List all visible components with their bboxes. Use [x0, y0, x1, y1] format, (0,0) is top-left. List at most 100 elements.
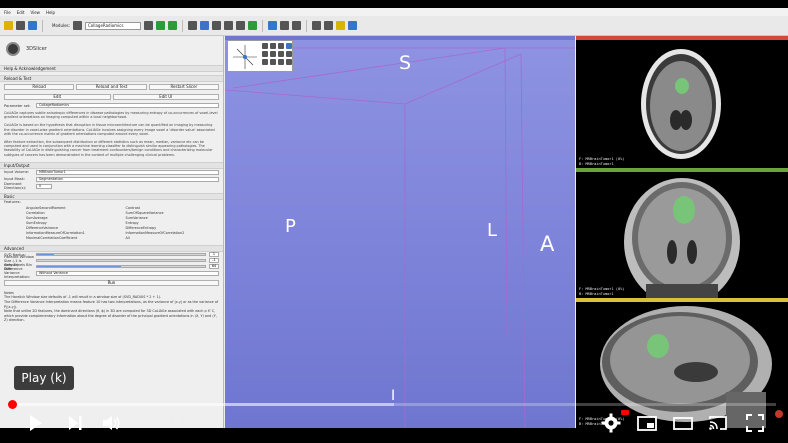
reload-button[interactable]: Reload — [4, 84, 75, 90]
hd-badge — [621, 410, 629, 415]
layout-icon[interactable] — [267, 21, 277, 30]
difference-variance-label: Difference Variance Interpretation: — [4, 267, 31, 280]
segment-editor-icon[interactable] — [247, 21, 257, 30]
more-icon[interactable] — [286, 59, 292, 65]
fullscreen-icon[interactable] — [744, 412, 766, 434]
menu-view[interactable]: View — [30, 10, 40, 15]
progress-bar[interactable] — [8, 400, 776, 409]
orientation-anterior: A — [540, 232, 555, 256]
module-selector[interactable]: CollageRadiomics — [84, 21, 141, 30]
theater-mode-icon[interactable] — [672, 412, 694, 434]
edit-button[interactable]: Edit — [4, 94, 111, 100]
maximize-icon[interactable] — [286, 43, 292, 49]
ortho-icon[interactable] — [278, 59, 284, 65]
pin-icon[interactable] — [262, 43, 268, 49]
logo-row: 3DSlicer — [0, 36, 223, 62]
notes-2: The Difference Variance Interpretation m… — [4, 300, 219, 309]
eye-icon[interactable] — [278, 43, 284, 49]
haralick-window-value[interactable]: -1 — [209, 258, 219, 264]
progress-buffered — [12, 403, 394, 406]
dominant-direction-input[interactable]: 0 — [36, 183, 52, 189]
history-icon[interactable] — [143, 21, 153, 30]
transforms-module-icon[interactable] — [223, 21, 233, 30]
miniplayer-icon[interactable] — [636, 412, 658, 434]
markups-module-icon[interactable] — [235, 21, 245, 30]
crosshair-icon[interactable] — [279, 21, 289, 30]
axial-slice-view[interactable]: F: MRBrainTumor1 (0%) B: MRBrainTumor1 — [576, 36, 788, 168]
extensions-icon[interactable] — [311, 21, 321, 30]
dominant-direction-label: Dominant Direction(s): — [4, 182, 27, 191]
data-module-icon[interactable] — [187, 21, 197, 30]
fiducial-icon[interactable] — [335, 21, 345, 30]
basic-section[interactable]: Basic — [0, 192, 223, 200]
volumes-module-icon[interactable] — [199, 21, 209, 30]
next-icon[interactable] — [64, 412, 86, 434]
haralick-window-slider[interactable] — [36, 259, 206, 263]
settings-gear-icon[interactable] — [600, 412, 622, 434]
view-tools — [262, 43, 292, 65]
orientation-superior: S — [399, 52, 412, 74]
dominant-direction-row: Dominant Direction(s): 0 — [0, 182, 223, 191]
reload-section[interactable]: Reload & Test — [0, 75, 223, 82]
coronal-slice-view[interactable]: F: MRBrainTumor1 (0%) B: MRBrainTumor1 — [576, 168, 788, 298]
restart-slicer-button[interactable]: Restart Slicer — [148, 84, 219, 90]
parameter-set-select[interactable]: CollageRadiomics — [36, 103, 219, 108]
python-icon[interactable] — [323, 21, 333, 30]
advanced-section[interactable]: Advanced — [0, 244, 223, 252]
input-mask-label: Input Mask: — [4, 177, 25, 182]
coronal-brain-image — [624, 178, 740, 298]
link-icon[interactable] — [270, 43, 276, 49]
description-2: CoLlAGe is based on the hypothesis that … — [4, 123, 215, 136]
search-icon[interactable] — [72, 21, 82, 30]
menu-help[interactable]: Help — [46, 10, 55, 15]
slicer-logo-icon — [6, 42, 20, 56]
input-mask-select[interactable]: Segmentation — [36, 176, 219, 182]
input-volume-label: Input Volume: — [4, 170, 30, 175]
forward-icon[interactable] — [167, 21, 177, 30]
video-frame[interactable]: File Edit View Help Modules: CollageRadi… — [0, 0, 788, 443]
cast-icon[interactable] — [707, 412, 729, 434]
description-1: CoLlAGe captures subtle anisotropic diff… — [4, 111, 218, 120]
models-module-icon[interactable] — [211, 21, 221, 30]
edit-ui-button[interactable]: Edit UI — [112, 94, 219, 100]
svd-radius-slider[interactable] — [36, 253, 206, 257]
feature-checkbox[interactable]: MaximalCorrelationCoefficient — [26, 236, 120, 241]
close-icon[interactable] — [775, 410, 783, 418]
rotate-icon[interactable] — [262, 51, 268, 57]
back-icon[interactable] — [155, 21, 165, 30]
axial-slice-label: F: MRBrainTumor1 (0%) B: MRBrainTumor1 — [579, 157, 625, 166]
duration: 1:16 — [169, 416, 193, 430]
description-3: After feature extraction, the subsequent… — [4, 140, 213, 157]
menu-edit[interactable]: Edit — [17, 10, 25, 15]
screenshot-icon[interactable] — [291, 21, 301, 30]
spin-icon[interactable] — [262, 59, 268, 65]
svd-radius-value[interactable]: 1 — [209, 252, 219, 258]
menu-file[interactable]: File — [4, 10, 11, 15]
reload-buttons: Reload Reload and Test Restart Slicer — [0, 82, 223, 92]
3d-view[interactable]: S P L A I — [225, 36, 575, 428]
reload-and-test-button[interactable]: Reload and Test — [76, 84, 147, 90]
extension-manager-icon[interactable] — [347, 21, 357, 30]
center-icon[interactable] — [278, 51, 284, 57]
grey-levels-value[interactable]: 64 — [209, 264, 219, 270]
toolbar-separator — [42, 19, 43, 32]
view-controller[interactable] — [227, 40, 293, 72]
notes: Notes The Haralick Window size defaults … — [0, 289, 223, 325]
volume-icon[interactable] — [100, 412, 122, 434]
reset-icon[interactable] — [286, 51, 292, 57]
run-button[interactable]: Run — [4, 279, 219, 286]
dicom-icon[interactable] — [16, 21, 25, 30]
difference-variance-select[interactable]: Without Variance — [36, 270, 219, 276]
grey-levels-slider[interactable] — [36, 265, 206, 269]
player-controls: 0:00 / 1:16 — [0, 408, 788, 438]
load-data-icon[interactable] — [4, 21, 13, 30]
inputs-section[interactable]: Input/Output — [0, 161, 223, 169]
play-icon[interactable] — [24, 412, 46, 434]
rock-icon[interactable] — [270, 59, 276, 65]
save-icon[interactable] — [28, 21, 37, 30]
help-section[interactable]: Help & Acknowledgement — [0, 65, 223, 72]
axial-brain-image — [641, 49, 721, 159]
zoom-icon[interactable] — [270, 51, 276, 57]
input-volume-select[interactable]: MRBrainTumor1 — [36, 169, 219, 175]
feature-checkbox-all[interactable]: All — [126, 236, 220, 241]
